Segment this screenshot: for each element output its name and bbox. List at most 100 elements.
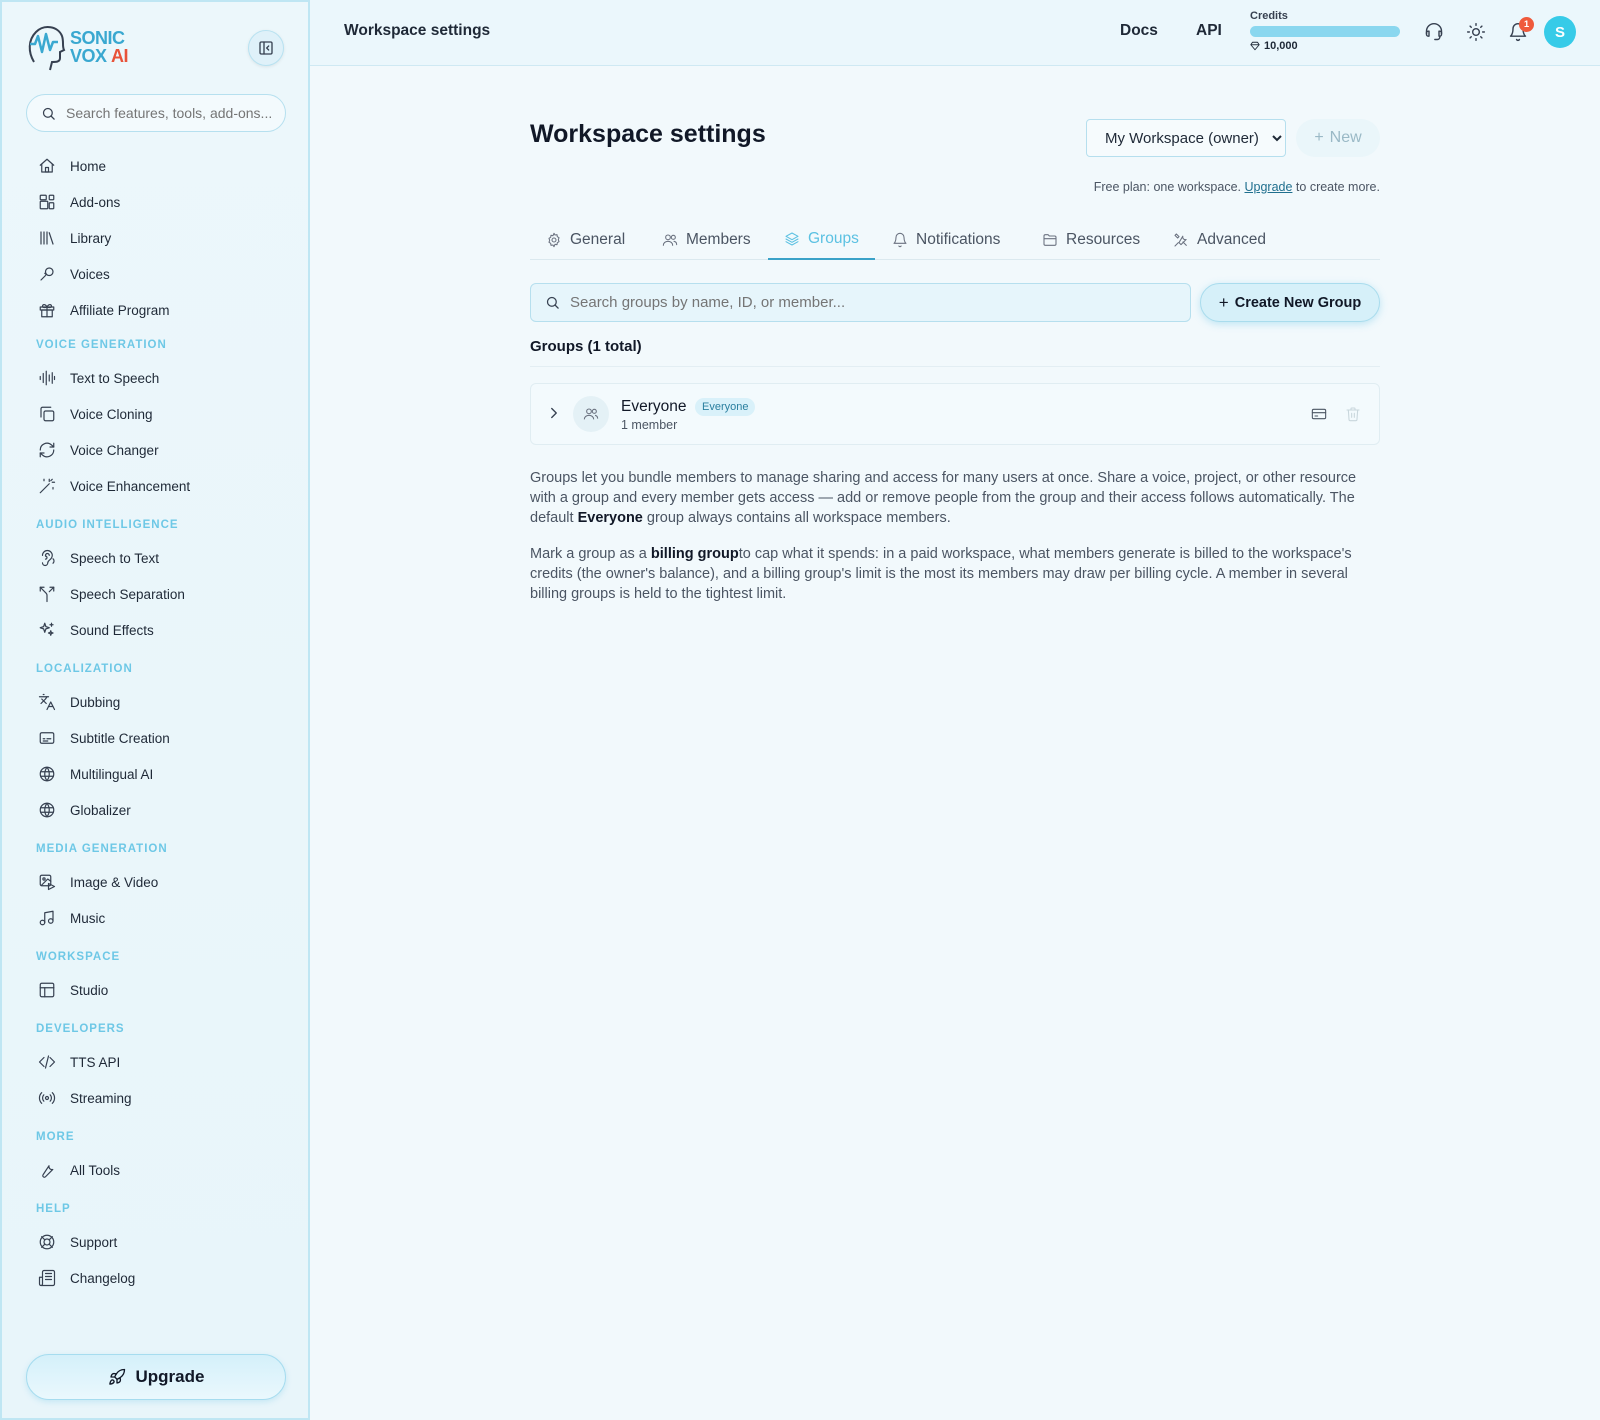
sidebar-item-studio[interactable]: Studio: [38, 978, 108, 1002]
sidebar-item-support[interactable]: Support: [38, 1230, 117, 1254]
upgrade-link[interactable]: Upgrade: [1244, 180, 1292, 194]
newspaper-icon: [38, 1269, 56, 1287]
bell-icon: [893, 232, 907, 248]
credits-label: Credits: [1250, 10, 1288, 22]
free-plan-suffix: to create more.: [1295, 180, 1380, 194]
radio-icon: [38, 1092, 56, 1104]
tab-label: Notifications: [916, 231, 1001, 248]
credits-widget[interactable]: Credits 10,000: [1250, 10, 1400, 52]
sidebar-item-tts-api[interactable]: TTS API: [38, 1050, 120, 1074]
group-avatar: [573, 396, 609, 432]
users-icon: [583, 408, 599, 420]
sidebar-item-home[interactable]: Home: [38, 154, 106, 178]
group-search[interactable]: [530, 283, 1191, 322]
tab-general[interactable]: General: [530, 220, 641, 260]
create-group-button[interactable]: + Create New Group: [1200, 283, 1380, 322]
music-icon: [39, 910, 54, 926]
notifications-button[interactable]: 1: [1506, 17, 1534, 44]
folder-icon: [1043, 234, 1057, 246]
sidebar-item-speech-separation[interactable]: Speech Separation: [38, 582, 185, 606]
tab-advanced[interactable]: Advanced: [1157, 220, 1282, 260]
sidebar-item-library[interactable]: Library: [38, 226, 111, 250]
sidebar-item-voice-changer[interactable]: Voice Changer: [38, 438, 159, 462]
collapse-sidebar-button[interactable]: [248, 30, 284, 66]
sidebar-item-add-ons[interactable]: Add-ons: [38, 190, 120, 214]
sidebar-item-voices[interactable]: Voices: [38, 262, 110, 286]
user-avatar[interactable]: S: [1544, 16, 1576, 48]
sidebar-search[interactable]: [26, 94, 286, 132]
upgrade-button[interactable]: Upgrade: [26, 1354, 286, 1400]
sidebar-item-music[interactable]: Music: [38, 906, 105, 930]
globe-icon: [39, 802, 55, 818]
para2-before: Mark a group as a: [530, 546, 651, 562]
library-icon: [40, 231, 54, 245]
notification-badge: 1: [1519, 17, 1534, 32]
ear-icon: [41, 549, 55, 567]
sidebar-item-label: Voice Enhancement: [70, 478, 191, 494]
group-search-input[interactable]: [570, 294, 1170, 311]
billing-card-button[interactable]: [1311, 406, 1329, 424]
free-plan-prefix: Free plan: one workspace.: [1093, 180, 1241, 194]
addons-icon: [39, 194, 55, 210]
sidebar-item-changelog[interactable]: Changelog: [38, 1266, 135, 1290]
sidebar-section-title: WORKSPACE: [36, 951, 121, 963]
tab-label: General: [570, 231, 626, 248]
new-workspace-button[interactable]: + New: [1296, 119, 1380, 157]
sidebar-item-label: Multilingual AI: [70, 766, 154, 782]
para1-bold: Everyone: [577, 510, 643, 526]
delete-group-button[interactable]: [1345, 406, 1363, 424]
logo-head-icon: [28, 26, 66, 71]
credit-card-icon: [1311, 408, 1327, 420]
logo-text: SONIC VOX AI: [70, 28, 129, 66]
sidebar-item-voice-enhancement[interactable]: Voice Enhancement: [38, 474, 190, 498]
trash-icon: [1346, 407, 1360, 422]
upgrade-label: Upgrade: [135, 1367, 205, 1386]
sidebar-item-speech-to-text[interactable]: Speech to Text: [38, 546, 159, 570]
sidebar-section-title: LOCALIZATION: [36, 663, 133, 675]
sidebar-item-globalizer[interactable]: Globalizer: [38, 798, 131, 822]
tab-notifications[interactable]: Notifications: [876, 220, 1016, 260]
groups-description: Groups let you bundle members to manage …: [530, 468, 1380, 528]
sidebar-item-text-to-speech[interactable]: Text to Speech: [38, 366, 159, 390]
workspace-select[interactable]: My Workspace (owner): [1086, 119, 1286, 157]
sidebar-item-label: Home: [70, 158, 107, 174]
sidebar-item-affiliate-program[interactable]: Affiliate Program: [38, 298, 170, 322]
sidebar-item-label: Voice Changer: [70, 442, 159, 458]
sidebar-section-title: MORE: [36, 1131, 75, 1143]
sidebar-item-multilingual-ai[interactable]: Multilingual AI: [38, 762, 153, 786]
gem-icon: [1250, 41, 1260, 51]
sidebar-item-label: Add-ons: [70, 194, 121, 210]
sidebar-item-label: Speech Separation: [70, 586, 185, 602]
logo[interactable]: SONIC VOX AI: [26, 22, 129, 72]
theme-toggle-button[interactable]: [1464, 20, 1488, 44]
layers-icon: [785, 232, 799, 246]
tab-groups[interactable]: Groups: [768, 220, 875, 260]
sidebar-item-label: Image & Video: [70, 874, 159, 890]
sidebar-section-title: MEDIA GENERATION: [36, 843, 168, 855]
sidebar-item-voice-cloning[interactable]: Voice Cloning: [38, 402, 153, 426]
tab-resources[interactable]: Resources: [1026, 220, 1156, 260]
sidebar-item-sound-effects[interactable]: Sound Effects: [38, 618, 154, 642]
refresh-icon: [39, 442, 55, 458]
search-icon: [42, 107, 55, 120]
support-headset-button[interactable]: [1422, 20, 1446, 44]
sidebar-item-subtitle-creation[interactable]: Subtitle Creation: [38, 726, 170, 750]
sidebar-item-image-video[interactable]: Image & Video: [38, 870, 158, 894]
sidebar-item-streaming[interactable]: Streaming: [38, 1086, 132, 1110]
group-row[interactable]: Everyone Everyone 1 member: [530, 383, 1380, 445]
sidebar-item-label: Changelog: [70, 1270, 136, 1286]
split-icon: [39, 586, 55, 603]
docs-link[interactable]: Docs: [1120, 22, 1158, 40]
credits-value-row: 10,000: [1250, 40, 1400, 52]
api-link[interactable]: API: [1196, 22, 1222, 40]
sidebar-item-all-tools[interactable]: All Tools: [38, 1158, 120, 1182]
tab-members[interactable]: Members: [646, 220, 767, 260]
new-label: New: [1329, 129, 1362, 146]
sidebar-search-input[interactable]: [66, 105, 276, 121]
expand-button[interactable]: [545, 404, 563, 427]
sidebar-item-dubbing[interactable]: Dubbing: [38, 690, 120, 714]
gear-icon: [548, 232, 560, 248]
lifebuoy-icon: [39, 1234, 55, 1250]
settings-tabs: General Members Groups Notifications Res…: [530, 220, 1380, 260]
topbar-title: Workspace settings: [344, 22, 491, 39]
